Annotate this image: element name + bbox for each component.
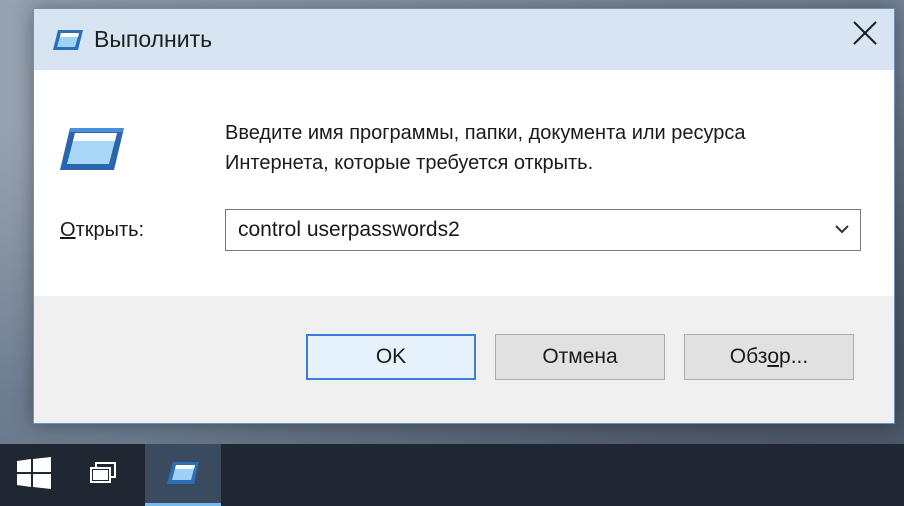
close-icon <box>852 20 878 51</box>
dialog-title: Выполнить <box>94 26 213 52</box>
run-dialog-icon <box>58 126 126 172</box>
browse-label-part2: р... <box>779 345 809 368</box>
ok-button[interactable]: OK <box>306 334 476 380</box>
open-input[interactable]: control userpasswords2 <box>238 218 460 242</box>
browse-button[interactable]: Обз о р... <box>684 334 854 380</box>
windows-start-icon <box>17 456 51 494</box>
run-dialog: Выполнить Введите имя программы, папки, … <box>33 8 895 424</box>
browse-label-part1: Обз <box>729 345 768 368</box>
task-view-button[interactable] <box>68 444 138 506</box>
taskbar-run-app[interactable] <box>145 444 221 506</box>
prompt-line-1: Введите имя программы, папки, документа … <box>225 122 746 144</box>
button-bar: OK Отмена Обз о р... <box>34 296 894 423</box>
task-view-icon <box>90 461 116 489</box>
start-button[interactable] <box>0 444 68 506</box>
dialog-content: Введите имя программы, папки, документа … <box>34 70 894 296</box>
browse-label-accesskey: о <box>767 345 780 368</box>
close-button[interactable] <box>836 9 894 61</box>
open-label-accesskey: О <box>60 219 76 241</box>
run-dialog-icon <box>166 461 200 490</box>
run-dialog-icon <box>52 29 84 51</box>
prompt-text: Введите имя программы, папки, документа … <box>225 118 875 178</box>
title-bar[interactable]: Выполнить <box>34 9 894 70</box>
prompt-line-2: Интернета, которые требуется открыть. <box>225 152 594 174</box>
chevron-down-icon <box>835 221 849 239</box>
open-combobox[interactable]: control userpasswords2 <box>225 209 861 251</box>
taskbar <box>0 444 904 506</box>
cancel-button[interactable]: Отмена <box>495 334 665 380</box>
open-label: Открыть: <box>60 219 144 242</box>
dropdown-button[interactable] <box>826 212 858 248</box>
open-label-text: ткрыть: <box>75 219 145 241</box>
